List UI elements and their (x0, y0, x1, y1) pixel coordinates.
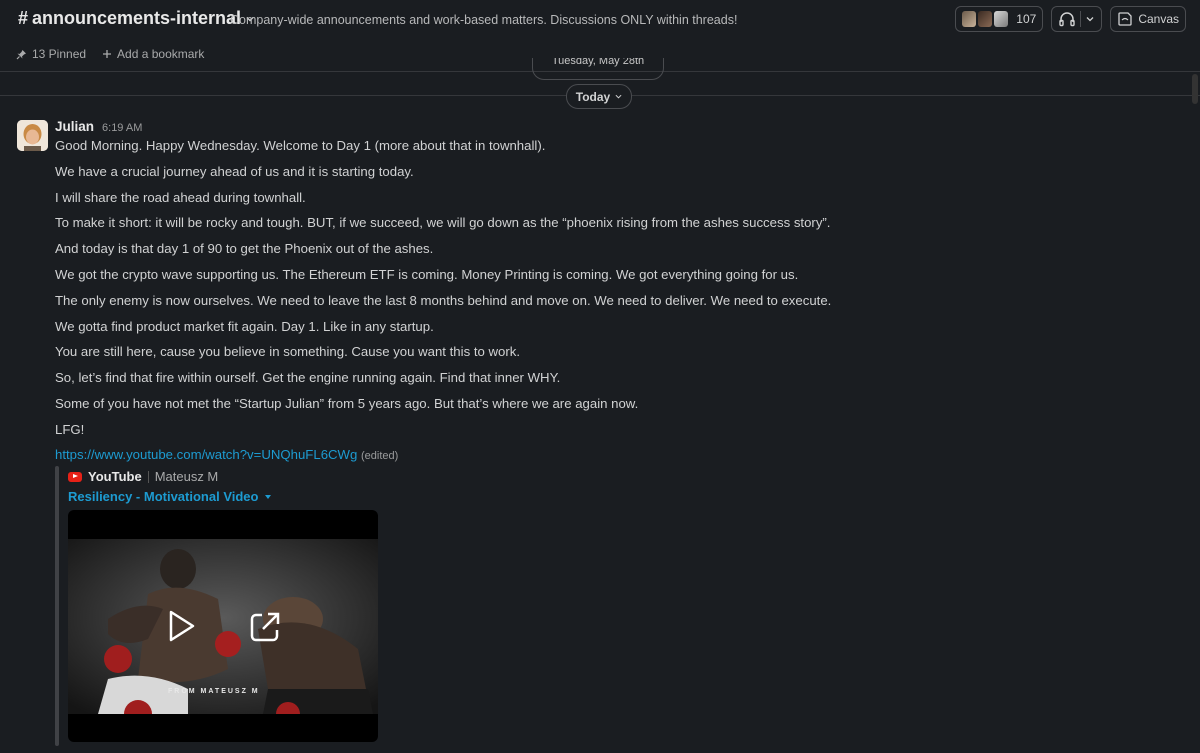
message-link-line: https://www.youtube.com/watch?v=UNQhuFL6… (55, 447, 398, 462)
unfurl-service-name: YouTube (88, 469, 142, 484)
pinned-button[interactable]: 13 Pinned (16, 47, 86, 61)
message-line: We have a crucial journey ahead of us an… (55, 163, 414, 179)
add-bookmark-label: Add a bookmark (117, 47, 205, 61)
caret-down-icon[interactable] (264, 493, 272, 501)
add-bookmark-button[interactable]: Add a bookmark (102, 47, 204, 61)
header-actions: 107 Canvas (955, 6, 1186, 32)
pin-icon (16, 49, 26, 59)
message-header: Julian 6:19 AM (55, 119, 142, 134)
youtube-link[interactable]: https://www.youtube.com/watch?v=UNQhuFL6… (55, 447, 357, 462)
huddle-button[interactable] (1051, 6, 1103, 32)
message-line: The only enemy is now ourselves. We need… (55, 292, 832, 308)
video-title: Resiliency - Motivational Video (68, 489, 259, 504)
unfurl-bar (55, 466, 59, 746)
user-avatar-image (17, 120, 48, 151)
divider (1080, 11, 1082, 27)
message-line: Good Morning. Happy Wednesday. Welcome t… (55, 138, 546, 153)
author-name[interactable]: Julian (55, 119, 94, 134)
video-thumbnail[interactable]: FROM MATEUSZ M (68, 510, 378, 742)
headphones-icon (1059, 12, 1076, 27)
hash-icon: # (18, 8, 29, 28)
youtube-icon (68, 471, 82, 482)
divider (147, 470, 149, 483)
message-line: We gotta find product market fit again. … (55, 318, 434, 334)
channel-name-button[interactable]: # announcements-internal (18, 8, 255, 29)
chevron-down-icon (615, 94, 622, 99)
scrollbar[interactable] (1192, 74, 1198, 104)
video-watermark: FROM MATEUSZ M (168, 688, 260, 695)
message-line: I will share the road ahead during townh… (55, 189, 306, 205)
message-line: And today is that day 1 of 90 to get the… (55, 241, 434, 257)
message-line: You are still here, cause you believe in… (55, 344, 520, 360)
today-label: Today (575, 89, 611, 104)
message-body: Good Morning. Happy Wednesday. Welcome t… (55, 138, 955, 448)
message-line: To make it short: it will be rocky and t… (55, 215, 831, 231)
avatar (994, 11, 1009, 27)
avatar (978, 11, 993, 27)
pinned-label: 13 Pinned (32, 47, 87, 61)
avatar (962, 11, 977, 27)
canvas-button[interactable]: Canvas (1110, 6, 1186, 32)
video-title-link[interactable]: Resiliency - Motivational Video (68, 489, 272, 504)
date-divider-today[interactable]: Today (566, 84, 632, 109)
member-avatars (962, 11, 1009, 27)
edited-label: (edited) (361, 450, 399, 462)
message-line: LFG! (55, 421, 85, 437)
message-line: So, let’s find that fire within ourself.… (55, 370, 561, 386)
date-divider-previous[interactable]: Tuesday, May 28th (532, 58, 664, 80)
message-line: We got the crypto wave supporting us. Th… (55, 266, 799, 282)
external-link-icon[interactable] (248, 610, 282, 644)
unfurl-source: YouTube Mateusz M (68, 469, 218, 484)
members-button[interactable]: 107 (955, 6, 1044, 32)
canvas-label: Canvas (1138, 12, 1179, 26)
channel-topic[interactable]: Company-wide announcements and work-base… (230, 13, 737, 27)
channel-name: announcements-internal (32, 8, 242, 28)
avatar[interactable] (17, 120, 48, 151)
bookmarks-bar: 13 Pinned Add a bookmark (16, 47, 204, 61)
play-icon (169, 610, 195, 642)
plus-icon (103, 50, 112, 58)
unfurl-author: Mateusz M (154, 469, 219, 484)
member-count: 107 (1016, 12, 1037, 26)
message-timestamp[interactable]: 6:19 AM (102, 122, 142, 134)
chevron-down-icon[interactable] (1085, 14, 1095, 24)
canvas-icon (1118, 12, 1132, 26)
message-line: Some of you have not met the “Startup Ju… (55, 395, 639, 411)
